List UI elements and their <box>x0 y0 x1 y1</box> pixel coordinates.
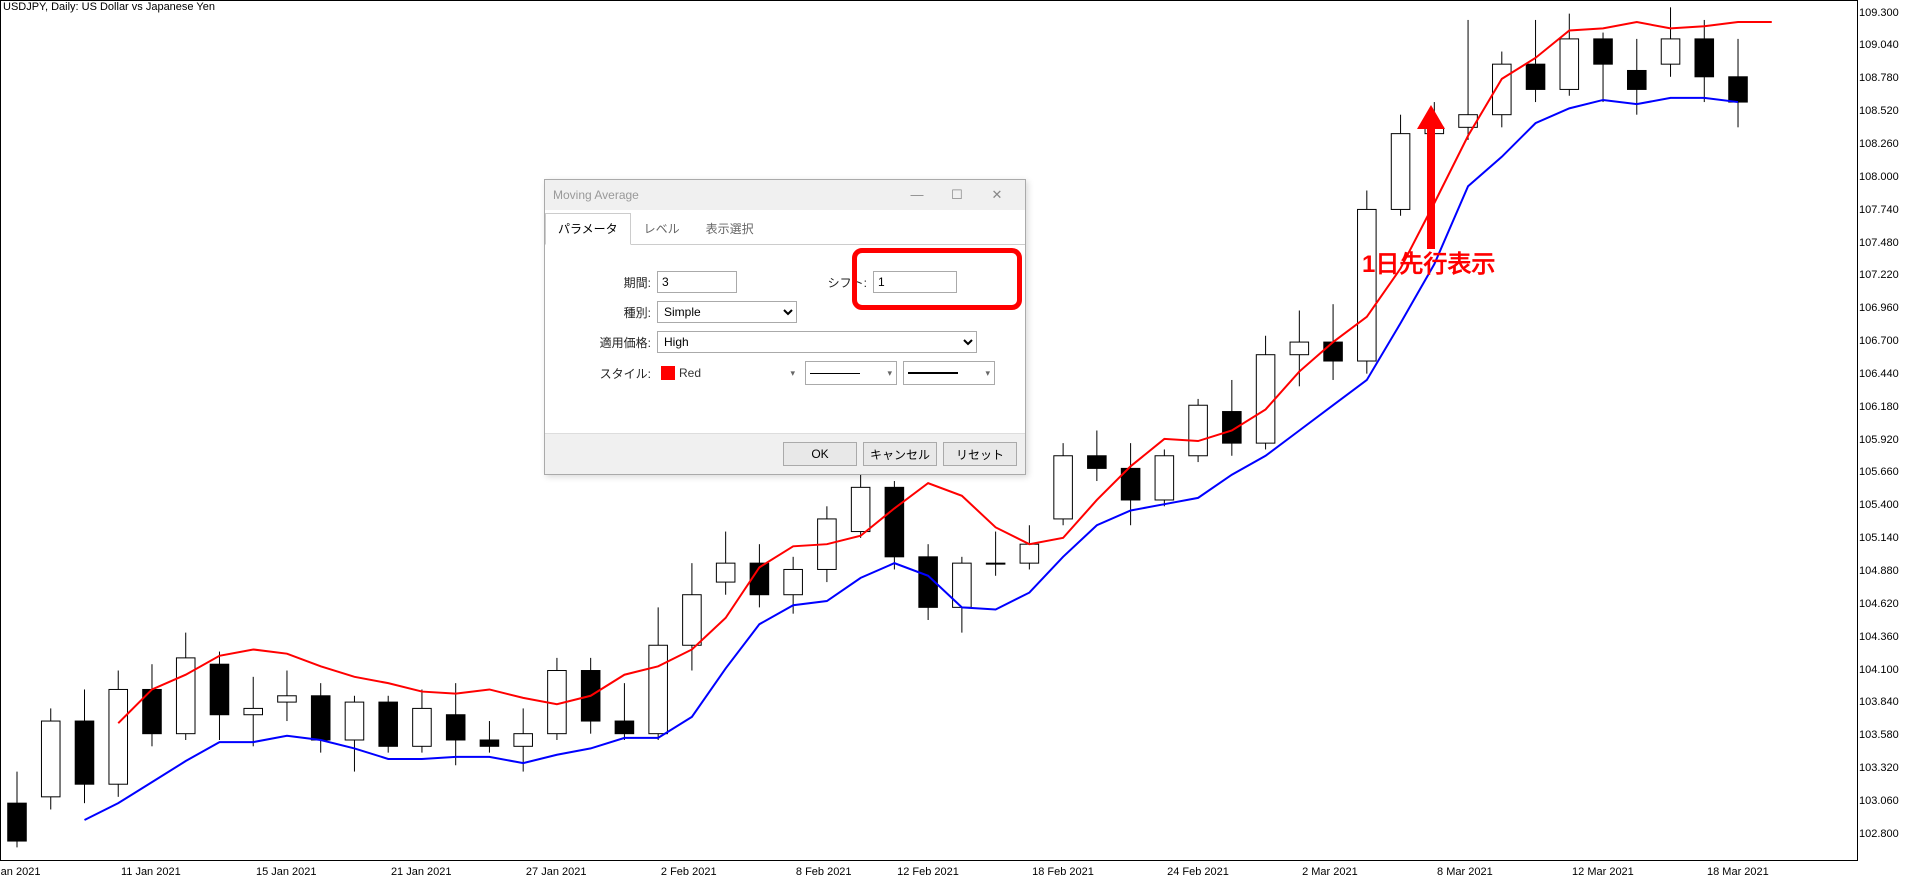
tab-levels[interactable]: レベル <box>631 213 693 244</box>
y-axis: 109.300109.040108.780108.520108.260108.0… <box>1859 0 1916 861</box>
chart-title: USDJPY, Daily: US Dollar vs Japanese Yen <box>3 1 215 13</box>
maximize-icon[interactable]: ☐ <box>937 180 977 210</box>
line-style-select[interactable]: ▾ <box>805 361 897 385</box>
ok-button[interactable]: OK <box>783 442 857 466</box>
x-axis: 5 Jan 202111 Jan 202115 Jan 202121 Jan 2… <box>0 862 1858 883</box>
shift-highlight <box>852 248 1022 310</box>
period-input[interactable] <box>657 271 737 293</box>
dialog-tabs: パラメータ レベル 表示選択 <box>545 210 1025 245</box>
color-swatch-icon <box>661 366 675 380</box>
color-select[interactable]: Red ▾ <box>657 366 799 380</box>
color-name: Red <box>679 366 701 380</box>
apply-select[interactable]: High <box>657 331 977 353</box>
reset-button[interactable]: リセット <box>943 442 1017 466</box>
apply-label: 適用価格: <box>565 334 651 351</box>
cancel-button[interactable]: キャンセル <box>863 442 937 466</box>
close-icon[interactable]: ✕ <box>977 180 1017 210</box>
lead-arrow-label: 1日先行表示 <box>1362 244 1495 279</box>
dialog-titlebar[interactable]: Moving Average — ☐ ✕ <box>545 180 1025 210</box>
line-width-select[interactable]: ▾ <box>903 361 995 385</box>
style-label: スタイル: <box>565 365 651 382</box>
tab-display[interactable]: 表示選択 <box>693 213 767 244</box>
method-select[interactable]: Simple <box>657 301 797 323</box>
lead-arrow-icon <box>1417 105 1445 249</box>
minimize-icon[interactable]: — <box>897 180 937 210</box>
period-label: 期間: <box>565 274 651 291</box>
dialog-title: Moving Average <box>553 180 897 210</box>
tab-parameters[interactable]: パラメータ <box>545 213 631 245</box>
moving-average-dialog: Moving Average — ☐ ✕ パラメータ レベル 表示選択 期間: … <box>544 179 1026 475</box>
method-label: 種別: <box>565 304 651 321</box>
